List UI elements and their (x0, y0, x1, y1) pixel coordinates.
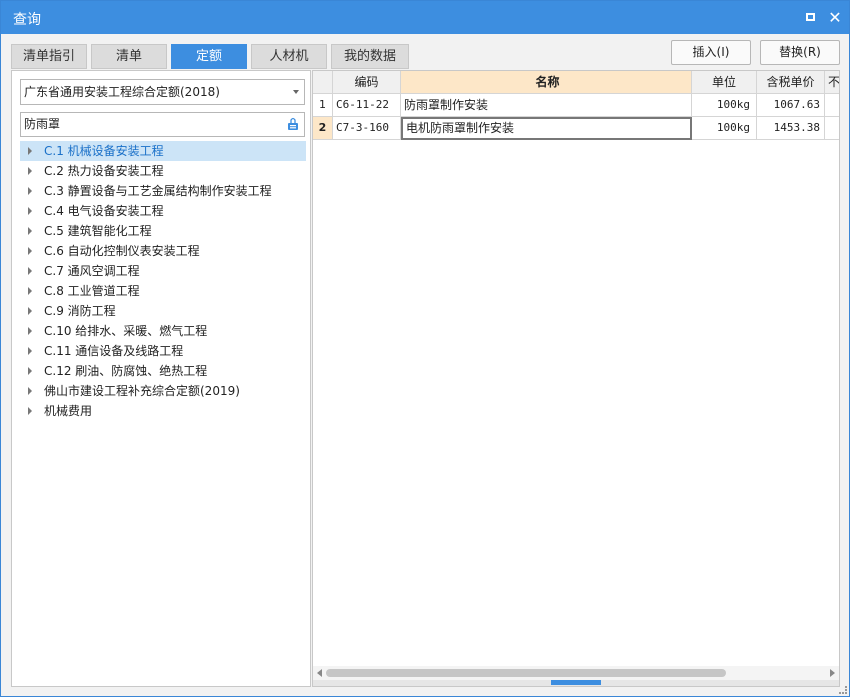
row-index: 2 (313, 117, 333, 140)
row-extra[interactable] (825, 117, 839, 140)
expand-arrow-icon[interactable] (28, 147, 32, 155)
tree-item[interactable]: 机械费用 (20, 401, 306, 421)
maximize-icon (805, 13, 815, 21)
header-index (313, 71, 333, 94)
expand-arrow-icon[interactable] (28, 167, 32, 175)
row-name[interactable]: 防雨罩制作安装 (401, 94, 692, 117)
expand-arrow-icon[interactable] (28, 187, 32, 195)
chapter-tree: C.1 机械设备安装工程 C.2 热力设备安装工程 C.3 静置设备与工艺金属结… (20, 141, 306, 421)
tab-bill-guide[interactable]: 清单指引 (11, 44, 87, 69)
tab-materials[interactable]: 人材机 (251, 44, 327, 69)
header-code[interactable]: 编码 (333, 71, 401, 94)
tree-item[interactable]: C.4 电气设备安装工程 (20, 201, 306, 221)
expand-arrow-icon[interactable] (28, 267, 32, 275)
tree-item[interactable]: C.8 工业管道工程 (20, 281, 306, 301)
tree-item[interactable]: C.10 给排水、采暖、燃气工程 (20, 321, 306, 341)
header-price[interactable]: 含税单价 (757, 71, 825, 94)
tab-my-data[interactable]: 我的数据 (331, 44, 409, 69)
expand-arrow-icon[interactable] (28, 347, 32, 355)
search-input-value: 防雨罩 (24, 117, 61, 131)
left-panel: 广东省通用安装工程综合定额(2018) 防雨罩 C.1 机械设备安装工程 C.2… (11, 70, 311, 687)
row-index: 1 (313, 94, 333, 117)
scroll-left-icon[interactable] (317, 669, 322, 677)
window-title: 查询 (13, 12, 41, 28)
scroll-right-icon[interactable] (830, 669, 835, 677)
row-name[interactable]: 电机防雨罩制作安装 (401, 117, 692, 140)
expand-arrow-icon[interactable] (28, 327, 32, 335)
expand-arrow-icon[interactable] (28, 287, 32, 295)
resize-grip-icon[interactable] (839, 686, 847, 694)
expand-arrow-icon[interactable] (28, 247, 32, 255)
tree-item[interactable]: C.6 自动化控制仪表安装工程 (20, 241, 306, 261)
tree-item[interactable]: C.12 刷油、防腐蚀、绝热工程 (20, 361, 306, 381)
table-row[interactable]: 2 C7-3-160 电机防雨罩制作安装 100kg 1453.38 (313, 117, 839, 140)
query-dialog: 查询 ✕ 清单指引 清单 定额 人材机 我的数据 插入(I) 替换(R) 广东省… (0, 0, 850, 697)
scrollbar-thumb[interactable] (326, 669, 726, 677)
row-unit[interactable]: 100kg (692, 117, 757, 140)
maximize-button[interactable] (799, 7, 821, 27)
expand-arrow-icon[interactable] (28, 407, 32, 415)
row-code[interactable]: C7-3-160 (333, 117, 401, 140)
tree-item[interactable]: C.5 建筑智能化工程 (20, 221, 306, 241)
close-button[interactable]: ✕ (824, 7, 846, 27)
header-unit[interactable]: 单位 (692, 71, 757, 94)
library-select[interactable]: 广东省通用安装工程综合定额(2018) (20, 79, 305, 105)
horizontal-scrollbar[interactable] (313, 666, 839, 680)
close-icon: ✕ (828, 7, 842, 27)
row-extra[interactable] (825, 94, 839, 117)
expand-arrow-icon[interactable] (28, 307, 32, 315)
panel-splitter[interactable] (313, 680, 839, 686)
tree-item[interactable]: C.11 通信设备及线路工程 (20, 341, 306, 361)
table-row[interactable]: 1 C6-11-22 防雨罩制作安装 100kg 1067.63 (313, 94, 839, 117)
row-unit[interactable]: 100kg (692, 94, 757, 117)
expand-arrow-icon[interactable] (28, 207, 32, 215)
filter-icon[interactable] (286, 117, 300, 131)
grid-header-row: 编码 名称 单位 含税单价 不 (313, 71, 839, 94)
tab-bill[interactable]: 清单 (91, 44, 167, 69)
expand-arrow-icon[interactable] (28, 387, 32, 395)
title-bar[interactable]: 查询 ✕ (1, 1, 849, 34)
row-price[interactable]: 1453.38 (757, 117, 825, 140)
tree-item[interactable]: C.1 机械设备安装工程 (20, 141, 306, 161)
tree-item[interactable]: C.2 热力设备安装工程 (20, 161, 306, 181)
row-code[interactable]: C6-11-22 (333, 94, 401, 117)
library-select-value: 广东省通用安装工程综合定额(2018) (24, 85, 220, 99)
expand-arrow-icon[interactable] (28, 227, 32, 235)
chevron-down-icon (293, 90, 299, 94)
search-input[interactable]: 防雨罩 (20, 112, 305, 137)
header-name[interactable]: 名称 (401, 71, 692, 94)
insert-button[interactable]: 插入(I) (671, 40, 751, 65)
replace-button[interactable]: 替换(R) (760, 40, 840, 65)
tree-item[interactable]: C.9 消防工程 (20, 301, 306, 321)
header-extra[interactable]: 不 (825, 71, 839, 94)
row-price[interactable]: 1067.63 (757, 94, 825, 117)
expand-arrow-icon[interactable] (28, 367, 32, 375)
tree-item[interactable]: C.3 静置设备与工艺金属结构制作安装工程 (20, 181, 306, 201)
splitter-grip[interactable] (551, 680, 601, 685)
tree-item[interactable]: C.7 通风空调工程 (20, 261, 306, 281)
result-grid: 编码 名称 单位 含税单价 不 1 C6-11-22 防雨罩制作安装 100kg… (312, 70, 840, 687)
tab-quota[interactable]: 定额 (171, 44, 247, 69)
tree-item[interactable]: 佛山市建设工程补充综合定额(2019) (20, 381, 306, 401)
